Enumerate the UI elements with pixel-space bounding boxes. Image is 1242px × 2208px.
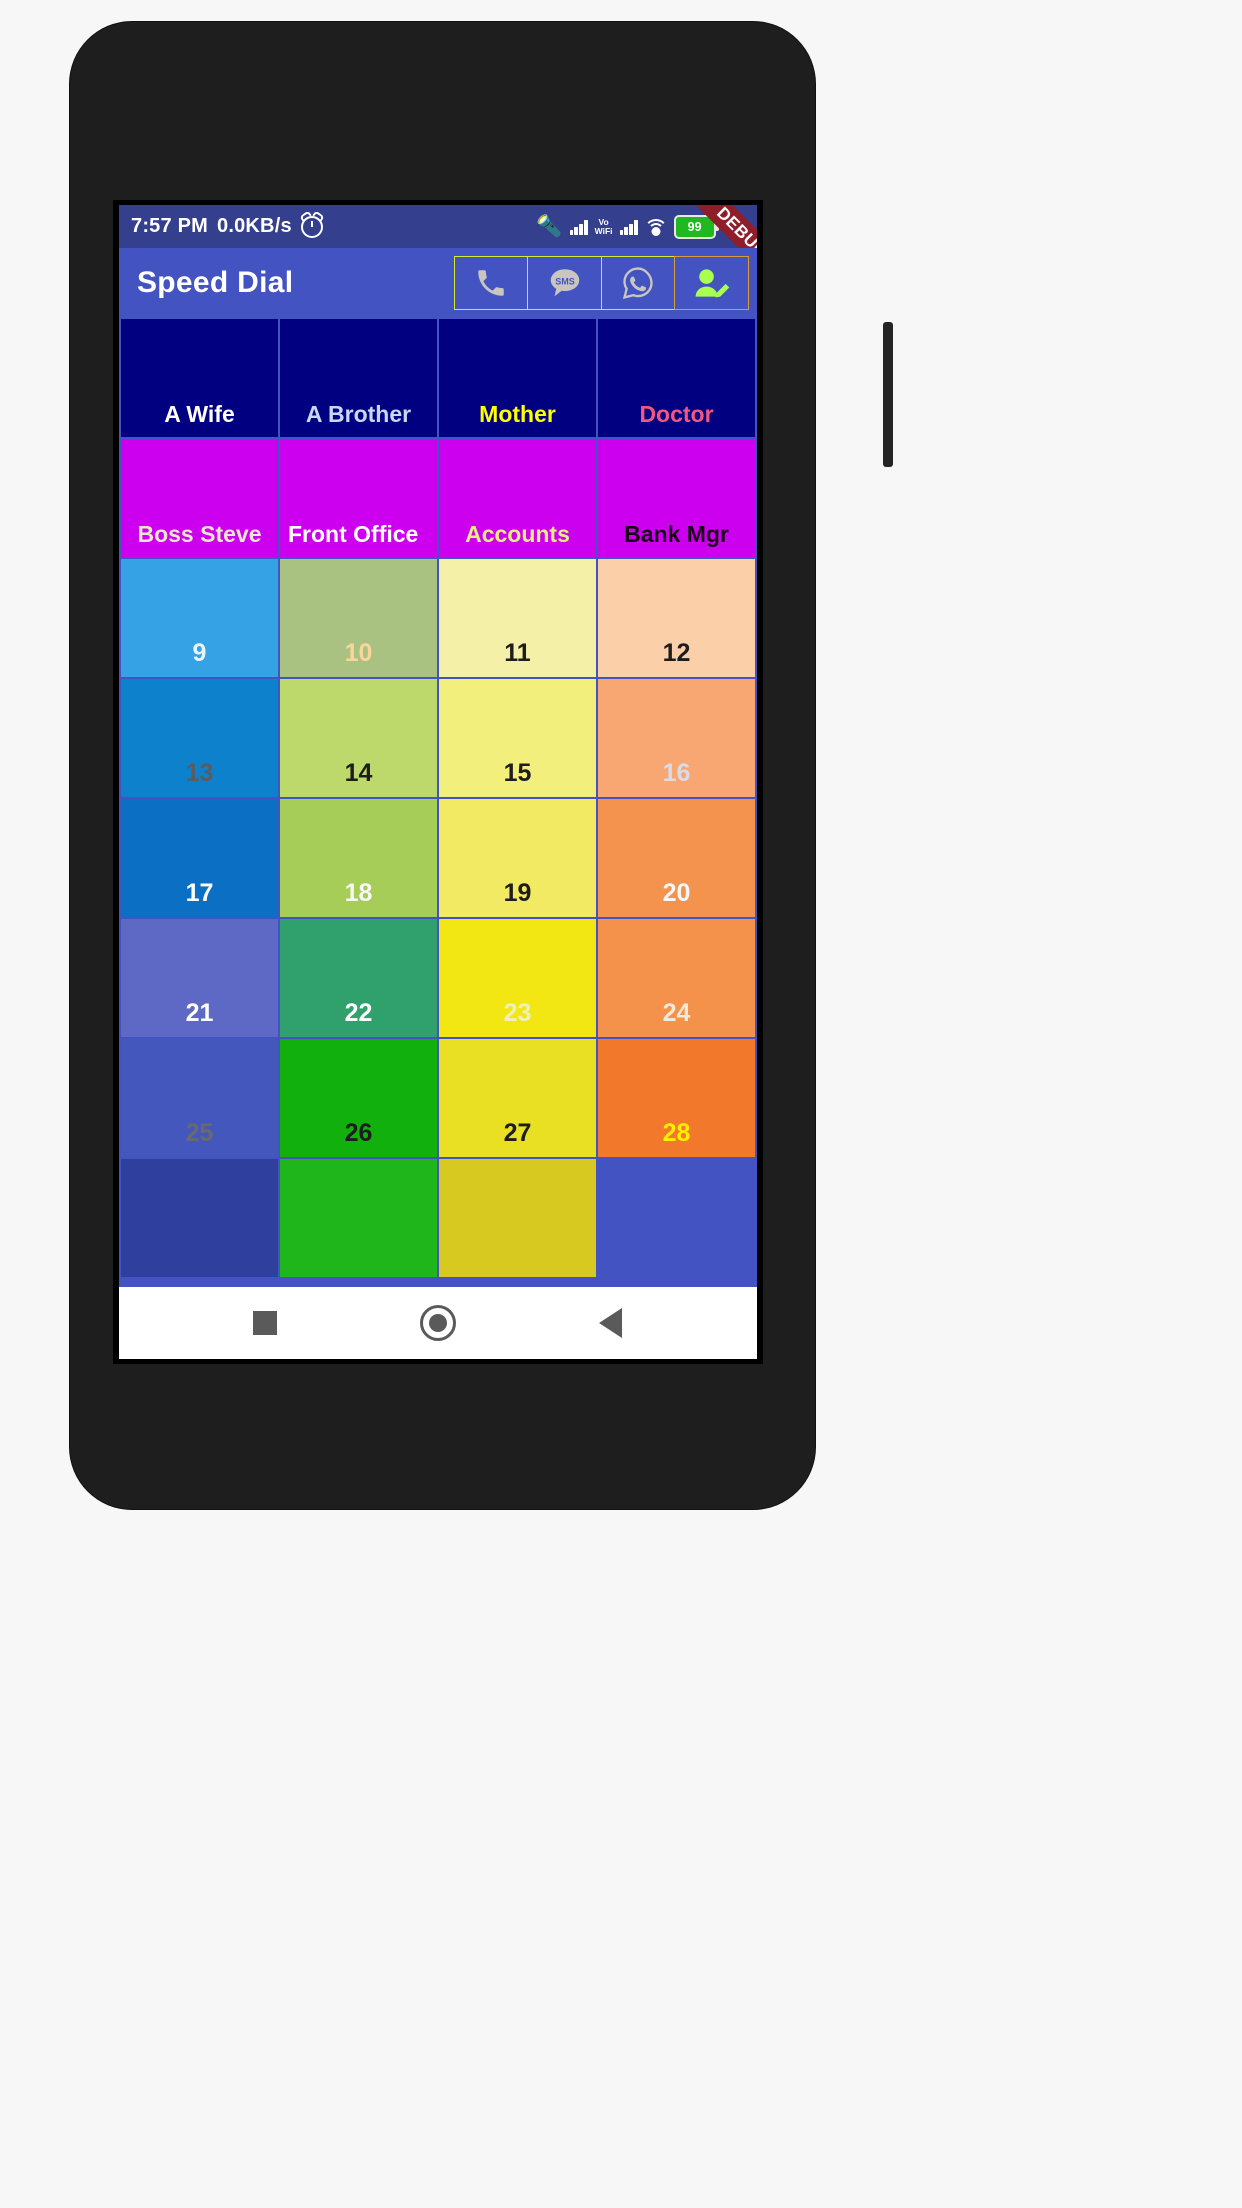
alarm-clock-icon [300,215,323,238]
speed-dial-tile-label: 11 [504,639,531,668]
speed-dial-grid: A Wife A Brother Mother Doctor Boss Steve Fro… [119,317,757,1287]
speed-dial-tile[interactable]: 14 [280,679,437,797]
speed-dial-tile[interactable]: 25 [121,1039,278,1157]
status-bar-right: 🔦 Vo WiFi 99 ⚡ [536,214,745,239]
speed-dial-tile[interactable]: A Brother [280,319,437,437]
speed-dial-tile-label: Mother [479,401,556,428]
speed-dial-tile[interactable]: Front Office [280,439,437,557]
bluetooth-icon: 🔦 [536,214,563,238]
speed-dial-tile[interactable]: Accounts [439,439,596,557]
add-contact-button[interactable] [674,255,749,310]
whatsapp-button[interactable] [600,255,676,310]
speed-dial-tile-label: 19 [503,879,532,908]
speed-dial-tile-label: 13 [185,759,214,788]
speed-dial-tile-label: 28 [662,1119,691,1148]
speed-dial-tile-label: 9 [192,639,207,668]
svg-text:SMS: SMS [555,276,575,286]
speed-dial-tile-label: 24 [662,999,691,1028]
speed-dial-tile[interactable]: 28 [598,1039,755,1157]
battery-indicator: 99 [673,214,719,239]
speed-dial-tile-label: 21 [185,999,214,1028]
page-title: Speed Dial [137,265,294,299]
speed-dial-tile-label: 15 [503,759,532,788]
speed-dial-tile-label: Accounts [465,521,570,548]
speed-dial-tile-label: Front Office [288,521,419,548]
speed-dial-tile-label: 18 [344,879,373,908]
speed-dial-tile-label: 17 [185,879,214,908]
speed-dial-tile-label: Boss Steve [137,521,262,548]
speed-dial-tile[interactable]: 16 [598,679,755,797]
speed-dial-tile[interactable] [598,1159,755,1277]
speed-dial-tile-label: 14 [344,759,373,788]
home-button[interactable] [411,1296,465,1350]
speed-dial-tile[interactable]: 22 [280,919,437,1037]
speed-dial-tile[interactable]: Mother [439,319,596,437]
speed-dial-tile-label: 12 [662,639,691,668]
speed-dial-tile[interactable] [280,1159,437,1277]
volte-wifi-icon: Vo WiFi [595,218,613,235]
speed-dial-tile-label: 20 [662,879,691,908]
triangle-back-icon [599,1308,623,1338]
speed-dial-tile[interactable]: 12 [598,559,755,677]
app-bar: Speed Dial SMS [119,248,757,317]
speed-dial-tile-label: 10 [344,639,373,668]
status-bar: 7:57 PM 0.0KB/s 🔦 Vo WiFi 99 ⚡ DEBUG [119,205,757,296]
speed-dial-tile[interactable]: 15 [439,679,596,797]
square-icon [253,1311,278,1335]
speed-dial-tile-label: Bank Mgr [624,521,729,548]
android-navigation-bar [119,1287,757,1359]
sms-button[interactable]: SMS [527,255,603,310]
wifi-icon [643,218,668,236]
circle-icon [419,1305,456,1341]
speed-dial-tile[interactable]: Bank Mgr [598,439,755,557]
speed-dial-tile[interactable]: 24 [598,919,755,1037]
speed-dial-tile-label: Doctor [639,401,714,428]
speed-dial-tile-label: 27 [503,1119,532,1148]
speed-dial-tile[interactable]: 23 [439,919,596,1037]
speed-dial-tile[interactable]: 27 [439,1039,596,1157]
network-speed: 0.0KB/s [217,215,292,237]
speed-dial-tile[interactable]: Boss Steve [121,439,278,557]
phone-icon [478,269,505,296]
app-bar-actions: SMS [453,255,749,310]
speed-dial-tile[interactable] [439,1159,596,1277]
speed-dial-tile[interactable]: 21 [121,919,278,1037]
add-contact-icon [695,268,729,298]
speed-dial-tile[interactable]: 13 [121,679,278,797]
battery-percent-label: 99 [687,219,702,234]
speed-dial-tile-label: 16 [662,759,691,788]
speed-dial-tile-label: 22 [344,999,373,1028]
status-bar-left: 7:57 PM 0.0KB/s [131,215,323,238]
sms-icon: SMS [550,268,579,296]
volte-line-2: WiFi [594,225,613,236]
speed-dial-tile[interactable]: 19 [439,799,596,917]
whatsapp-icon [622,266,653,299]
cellular-signal-icon-1 [569,218,588,235]
power-button[interactable] [883,322,893,467]
speed-dial-tile[interactable]: Doctor [598,319,755,437]
speed-dial-tile[interactable]: A Wife [121,319,278,437]
speed-dial-tile[interactable] [121,1159,278,1277]
recents-button[interactable] [238,1296,292,1350]
speed-dial-tile[interactable]: 18 [280,799,437,917]
speed-dial-tile-label: 26 [344,1119,373,1148]
phone-screen: 7:57 PM 0.0KB/s 🔦 Vo WiFi 99 ⚡ DEBUG Spe… [113,200,763,1364]
speed-dial-tile-label: A Wife [164,401,235,428]
back-button[interactable] [584,1296,638,1350]
speed-dial-tile[interactable]: 20 [598,799,755,917]
cellular-signal-icon-2 [619,218,638,235]
speed-dial-tile[interactable]: 9 [121,559,278,677]
speed-dial-tile-label: A Brother [305,401,412,428]
speed-dial-tile-label: 23 [503,999,532,1028]
speed-dial-tile[interactable]: 11 [439,559,596,677]
speed-dial-tile-label: 25 [185,1119,214,1148]
status-clock: 7:57 PM [131,215,208,237]
speed-dial-tile[interactable]: 17 [121,799,278,917]
call-button[interactable] [453,255,529,310]
charging-bolt-icon: ⚡ [722,216,745,237]
speed-dial-tile[interactable]: 26 [280,1039,437,1157]
speed-dial-tile[interactable]: 10 [280,559,437,677]
